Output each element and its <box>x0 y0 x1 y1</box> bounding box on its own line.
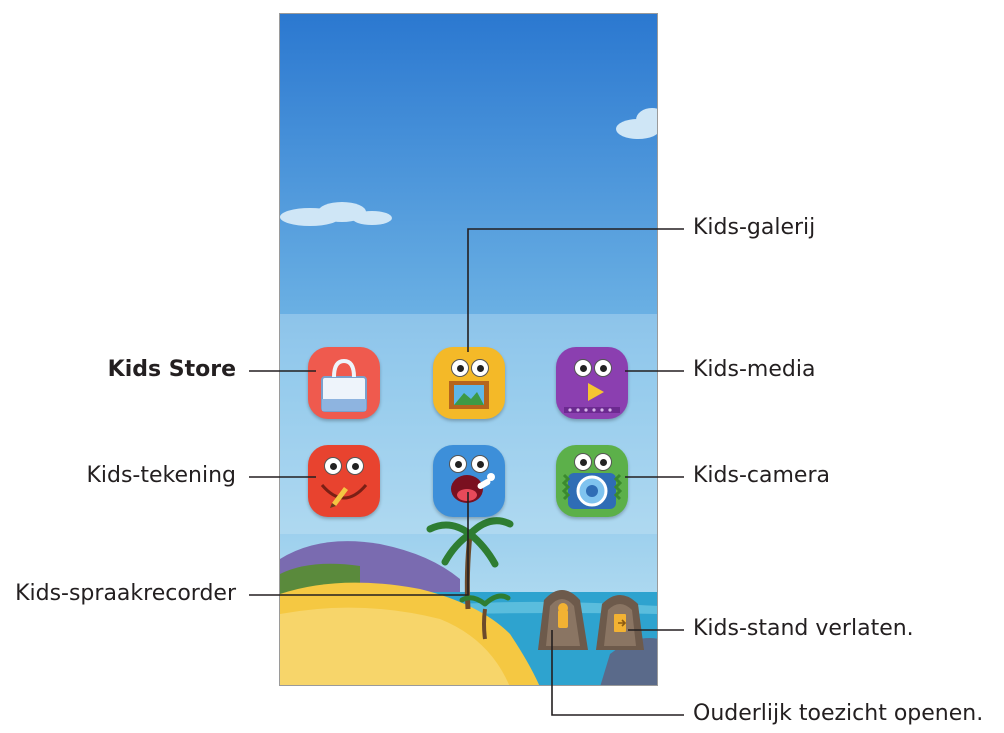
callout-kids-media: Kids-media <box>693 357 816 382</box>
callout-kids-stand-verlaten: Kids-stand verlaten. <box>693 616 914 641</box>
callout-kids-camera: Kids-camera <box>693 463 830 488</box>
callout-kids-store: Kids Store <box>107 357 236 382</box>
callout-kids-galerij: Kids-galerij <box>693 215 816 240</box>
callout-kids-tekening: Kids-tekening <box>86 463 236 488</box>
callout-ouderlijk-toezicht: Ouderlijk toezicht openen. <box>693 701 984 726</box>
callout-kids-spraakrecorder: Kids-spraakrecorder <box>15 581 236 606</box>
